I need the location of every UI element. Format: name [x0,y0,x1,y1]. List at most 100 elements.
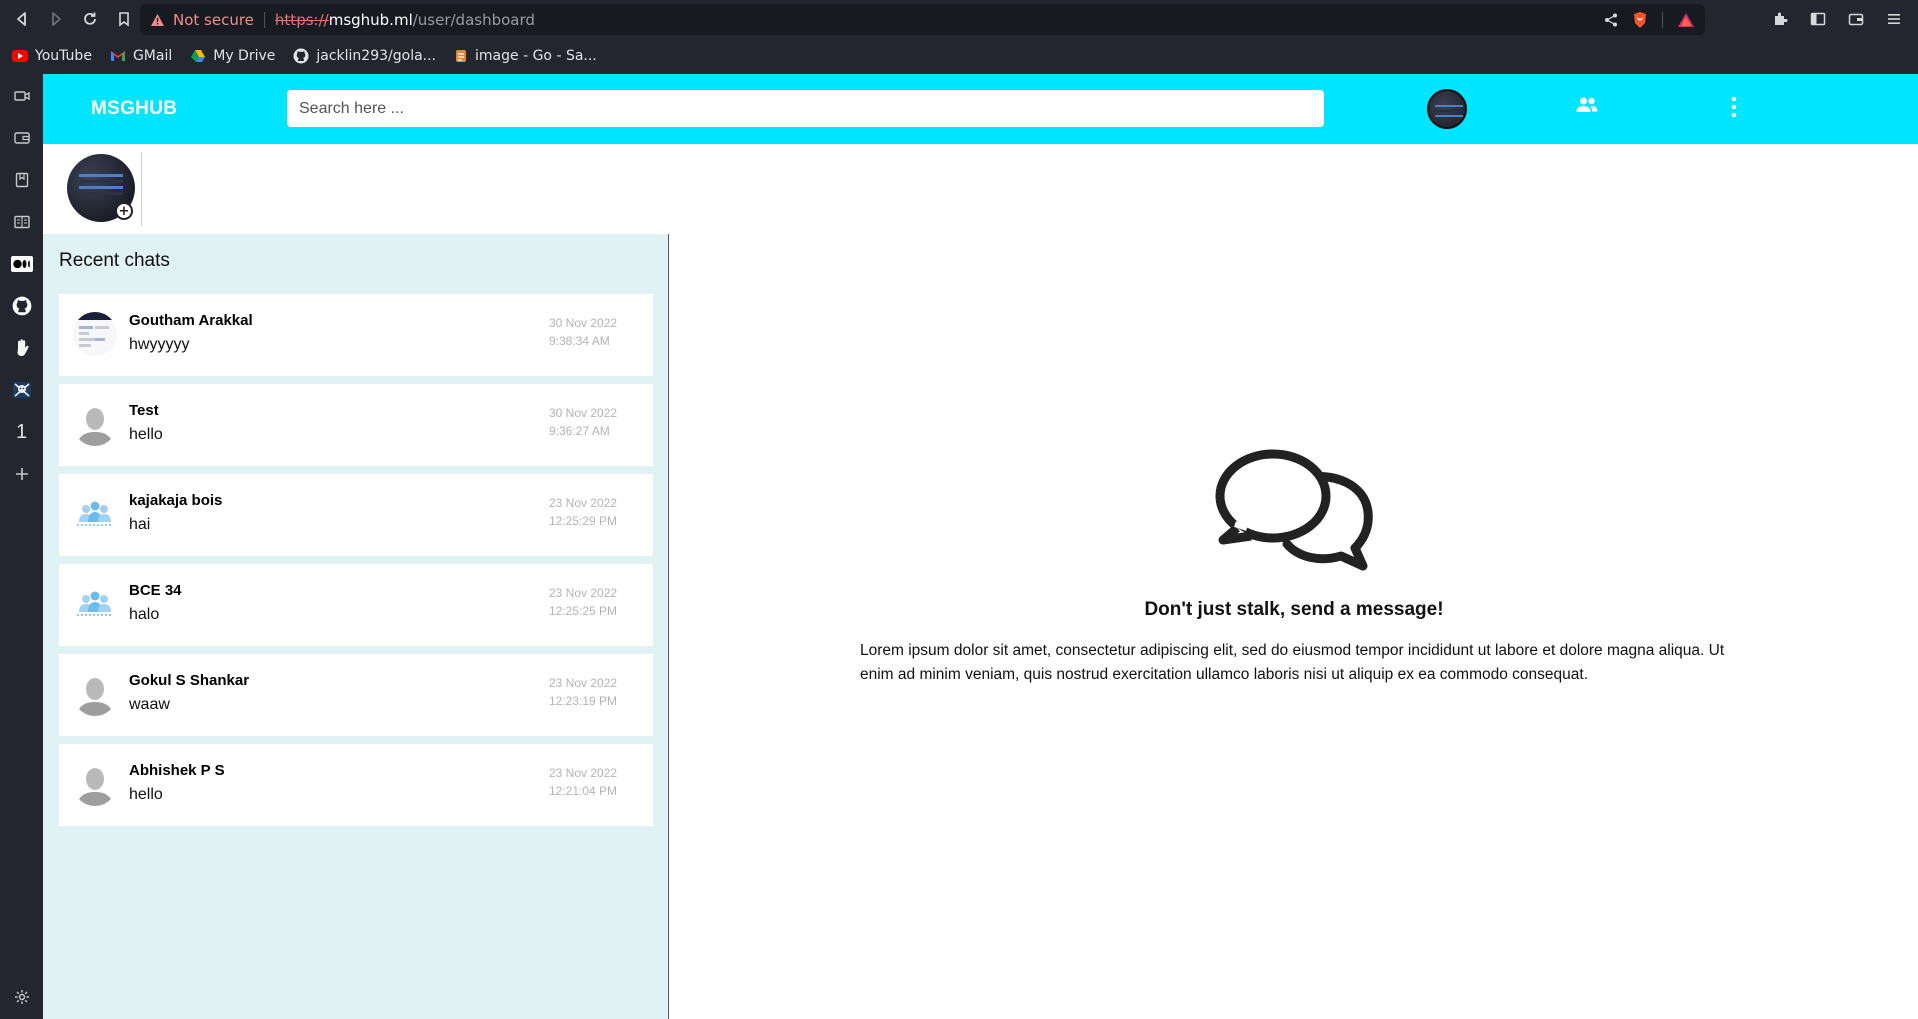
chat-name: Test [129,402,159,419]
chat-time: 9:36:27 AM [549,424,610,438]
reading-list-icon[interactable] [10,210,34,234]
address-bar[interactable]: Not secure https:// msghub.ml /user/dash… [140,4,1705,35]
settings-gear-icon[interactable] [10,985,34,1009]
group-avatar [73,492,117,536]
chat-item[interactable]: Abhishek P S hello 23 Nov 2022 12:21:04 … [59,744,653,826]
chat-item[interactable]: Goutham Arakkal hwyyyyy 30 Nov 2022 9:38… [59,294,653,376]
pirate-icon[interactable] [10,378,34,402]
medium-icon[interactable] [10,252,34,276]
browser-sidebar: 1 [0,74,43,1019]
chat-name: Gokul S Shankar [129,672,250,689]
bookmark-label: GMail [132,48,173,64]
extensions-icon[interactable] [1766,5,1794,33]
bookmark-label: YouTube [35,48,92,64]
wallet-icon[interactable] [1842,5,1870,33]
chat-last-message: waaw [129,696,170,713]
wallet-sidebar-icon[interactable] [10,126,34,150]
sidebar-number[interactable]: 1 [10,420,34,444]
brave-shield-icon[interactable] [1632,11,1648,29]
app-header: MSGHUB [43,74,1918,144]
chat-time: 9:38:34 AM [549,334,610,348]
chat-time: 12:21:04 PM [549,784,618,798]
groups-icon[interactable] [1575,96,1599,114]
add-story-icon[interactable]: + [115,202,133,220]
chats-panel: + Recent chats Goutham Arakkal hwyyyyy 3… [43,144,669,1019]
reload-icon[interactable] [76,5,104,33]
warning-icon [150,13,165,27]
github-sidebar-icon[interactable] [10,294,34,318]
drive-icon [190,49,206,63]
story-divider [141,152,142,226]
group-avatar [73,582,117,626]
empty-state-title: Don't just stalk, send a message! [1144,599,1444,620]
go-icon [454,48,468,64]
github-icon [293,48,309,64]
chat-name: BCE 34 [129,582,182,599]
story-bar: + [43,144,669,234]
bookmarks-sidebar-icon[interactable] [10,168,34,192]
search-input[interactable] [287,90,1324,127]
recent-chats-title: Recent chats [59,250,170,271]
msghub-app: MSGHUB + Recent chats Gout [43,74,1918,1019]
back-icon[interactable] [8,5,36,33]
bookmark-label: My Drive [213,48,276,64]
chat-list: Goutham Arakkal hwyyyyy 30 Nov 2022 9:38… [59,294,653,834]
empty-conversation: Don't just stalk, send a message! Lorem … [670,144,1918,1019]
bookmark-icon[interactable] [110,5,138,33]
bookmark-gmail[interactable]: GMail [110,48,172,64]
chat-item[interactable]: kajakaja bois hai 23 Nov 2022 12:25:29 P… [59,474,653,556]
url-path: /user/dashboard [412,10,535,29]
chat-item[interactable]: BCE 34 halo 23 Nov 2022 12:25:25 PM [59,564,653,646]
video-icon[interactable] [10,84,34,108]
app-logo[interactable]: MSGHUB [91,98,177,120]
chat-last-message: hello [129,426,163,443]
chat-last-message: hwyyyyy [129,336,190,353]
url-host: msghub.ml [328,10,413,29]
default-person-avatar [73,672,117,716]
brave-rewards-icon[interactable] [1677,12,1695,28]
chat-last-message: hai [129,516,151,533]
share-icon[interactable] [1604,13,1618,27]
browser-toolbar: Not secure https:// msghub.ml /user/dash… [0,0,1918,38]
chat-item[interactable]: Test hello 30 Nov 2022 9:36:27 AM [59,384,653,466]
user-avatar[interactable] [1427,89,1467,129]
bookmark-my-drive[interactable]: My Drive [190,48,275,64]
bookmark-youtube[interactable]: YouTube [12,48,92,64]
url-scheme: https:// [274,10,329,29]
chat-date: 23 Nov 2022 [549,676,618,690]
chat-name: Abhishek P S [129,762,225,779]
bookmark-label: jacklin293/gola... [316,48,437,64]
chat-item[interactable]: Gokul S Shankar waaw 23 Nov 2022 12:23:1… [59,654,653,736]
screenshot-avatar [73,312,117,356]
sidebar-toggle-icon[interactable] [1804,5,1832,33]
chat-last-message: hello [129,786,163,803]
toolbar-right [1766,5,1908,33]
bookmark-go[interactable]: image - Go - Sa... [454,48,597,64]
chat-date: 23 Nov 2022 [549,586,618,600]
add-icon[interactable] [10,462,34,486]
bookmark-label: image - Go - Sa... [475,48,597,64]
chat-last-message: halo [129,606,160,623]
chat-time: 12:23:19 PM [549,694,618,708]
bookmark-github[interactable]: jacklin293/gola... [293,48,436,64]
forward-icon[interactable] [42,5,70,33]
bookmarks-bar: YouTube GMail My Drive jacklin293/gola..… [0,38,1918,74]
chat-time: 12:25:25 PM [549,604,618,618]
chat-name: kajakaja bois [129,492,223,509]
chat-name: Goutham Arakkal [129,312,253,329]
chat-date: 30 Nov 2022 [549,316,618,330]
chat-time: 12:25:29 PM [549,514,618,528]
default-person-avatar [73,762,117,806]
chat-bubbles-icon [1213,444,1378,572]
gmail-icon [110,50,126,62]
default-person-avatar [73,402,117,446]
url-separator-2 [1662,11,1663,28]
security-label[interactable]: Not secure [173,11,254,29]
more-options-icon[interactable] [1731,96,1737,118]
nav-buttons [8,5,138,33]
chat-date: 23 Nov 2022 [549,496,618,510]
chat-date: 23 Nov 2022 [549,766,618,780]
empty-state-description: Lorem ipsum dolor sit amet, consectetur … [860,642,1725,683]
hand-icon[interactable] [10,336,34,360]
browser-menu-icon[interactable] [1880,5,1908,33]
